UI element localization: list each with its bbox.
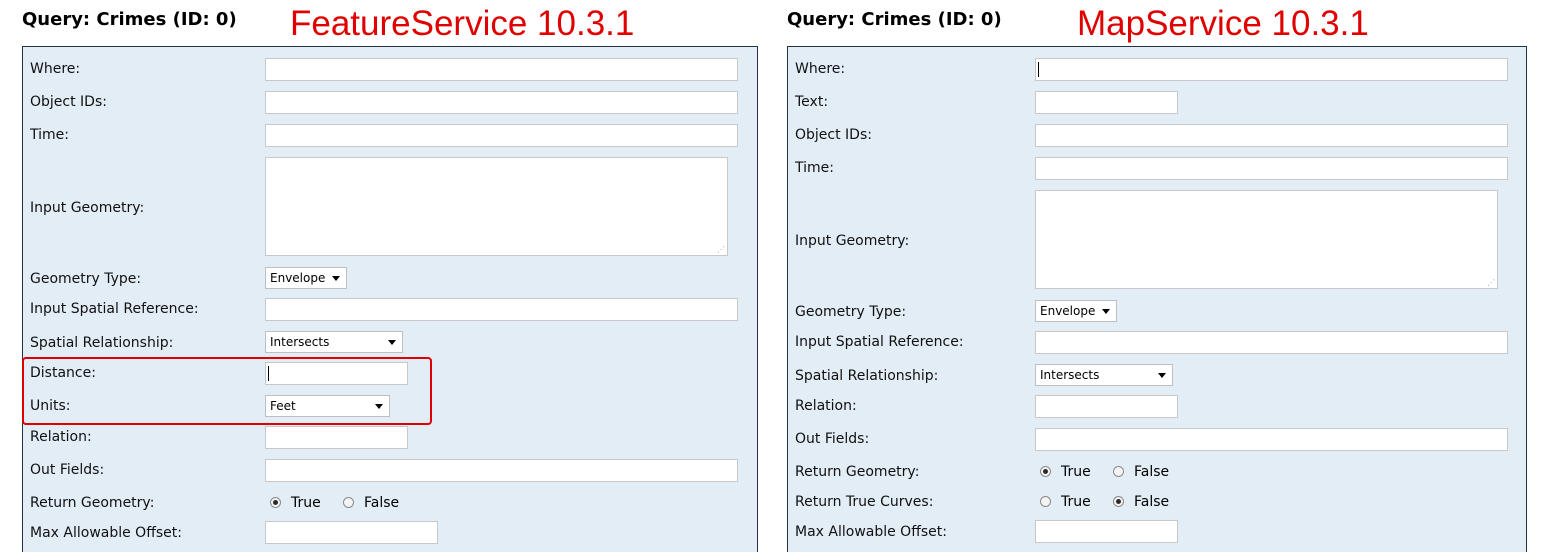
- right-return-geometry-false-radio[interactable]: [1113, 466, 1124, 477]
- right-spatial-relationship-select[interactable]: Intersects: [1035, 364, 1173, 386]
- right-return-true-curves-false-radio[interactable]: [1113, 496, 1124, 507]
- distance-units-highlight-box: [22, 357, 432, 425]
- left-input-spatial-reference-label: Input Spatial Reference:: [30, 301, 199, 317]
- right-relation-input[interactable]: [1035, 395, 1178, 418]
- right-relation-label: Relation:: [795, 398, 857, 414]
- right-max-allowable-offset-input[interactable]: [1035, 520, 1178, 543]
- left-relation-label: Relation:: [30, 429, 92, 445]
- right-input-spatial-reference-input[interactable]: [1035, 331, 1508, 354]
- left-return-geometry-true-label: True: [291, 495, 321, 511]
- right-time-input[interactable]: [1035, 157, 1508, 180]
- right-input-spatial-reference-label: Input Spatial Reference:: [795, 334, 964, 350]
- left-max-allowable-offset-input[interactable]: [265, 521, 438, 544]
- left-geometry-type-select[interactable]: Envelope: [265, 267, 347, 289]
- right-object-ids-label: Object IDs:: [795, 127, 872, 143]
- right-input-geometry-label: Input Geometry:: [795, 233, 910, 249]
- right-annotation-label: MapService 10.3.1: [1077, 4, 1369, 43]
- left-out-fields-label: Out Fields:: [30, 462, 105, 478]
- right-return-geometry-false-label: False: [1134, 464, 1170, 480]
- right-out-fields-label: Out Fields:: [795, 431, 870, 447]
- left-geometry-type-label: Geometry Type:: [30, 271, 142, 287]
- left-spatial-relationship-label: Spatial Relationship:: [30, 335, 174, 351]
- right-page-title: Query: Crimes (ID: 0): [787, 9, 1002, 30]
- chevron-down-icon: [1102, 309, 1110, 314]
- left-spatial-relationship-select[interactable]: Intersects: [265, 331, 403, 353]
- resize-grip-icon[interactable]: ⋰: [717, 246, 725, 254]
- right-where-input[interactable]: [1035, 58, 1508, 81]
- left-time-label: Time:: [30, 127, 69, 143]
- right-text-input[interactable]: [1035, 91, 1178, 114]
- right-spatial-relationship-label: Spatial Relationship:: [795, 368, 939, 384]
- left-annotation-label: FeatureService 10.3.1: [290, 4, 635, 43]
- right-geometry-type-value: Envelope: [1040, 304, 1096, 318]
- right-spatial-relationship-value: Intersects: [1040, 368, 1100, 382]
- right-return-geometry-true-radio[interactable]: [1040, 466, 1051, 477]
- right-return-true-curves-true-label: True: [1061, 494, 1091, 510]
- left-where-input[interactable]: [265, 58, 738, 81]
- right-input-geometry-textarea[interactable]: ⋰: [1035, 190, 1498, 289]
- right-return-geometry-true-label: True: [1061, 464, 1091, 480]
- right-object-ids-input[interactable]: [1035, 124, 1508, 147]
- right-return-true-curves-false-label: False: [1134, 494, 1170, 510]
- left-object-ids-input[interactable]: [265, 91, 738, 114]
- right-return-geometry-label: Return Geometry:: [795, 464, 920, 480]
- left-out-fields-input[interactable]: [265, 459, 738, 482]
- left-spatial-relationship-value: Intersects: [270, 335, 330, 349]
- left-page-title: Query: Crimes (ID: 0): [22, 9, 237, 30]
- right-max-allowable-offset-label: Max Allowable Offset:: [795, 524, 947, 540]
- right-out-fields-input[interactable]: [1035, 428, 1508, 451]
- right-where-label: Where:: [795, 61, 846, 77]
- left-geometry-type-value: Envelope: [270, 271, 326, 285]
- chevron-down-icon: [388, 340, 396, 345]
- resize-grip-icon[interactable]: ⋰: [1487, 279, 1495, 287]
- left-time-input[interactable]: [265, 124, 738, 147]
- left-return-geometry-label: Return Geometry:: [30, 495, 155, 511]
- left-return-geometry-false-radio[interactable]: [343, 497, 354, 508]
- right-geometry-type-select[interactable]: Envelope: [1035, 300, 1117, 322]
- right-return-true-curves-true-radio[interactable]: [1040, 496, 1051, 507]
- right-geometry-type-label: Geometry Type:: [795, 304, 907, 320]
- left-input-geometry-label: Input Geometry:: [30, 200, 145, 216]
- left-return-geometry-true-radio[interactable]: [270, 497, 281, 508]
- left-relation-input[interactable]: [265, 426, 408, 449]
- left-input-geometry-textarea[interactable]: ⋰: [265, 157, 728, 256]
- right-text-label: Text:: [795, 94, 829, 110]
- text-cursor: [1038, 62, 1039, 77]
- left-max-allowable-offset-label: Max Allowable Offset:: [30, 525, 182, 541]
- right-time-label: Time:: [795, 160, 834, 176]
- chevron-down-icon: [1158, 373, 1166, 378]
- left-return-geometry-false-label: False: [364, 495, 400, 511]
- left-input-spatial-reference-input[interactable]: [265, 298, 738, 321]
- left-where-label: Where:: [30, 61, 81, 77]
- chevron-down-icon: [332, 276, 340, 281]
- left-object-ids-label: Object IDs:: [30, 94, 107, 110]
- right-return-true-curves-label: Return True Curves:: [795, 494, 934, 510]
